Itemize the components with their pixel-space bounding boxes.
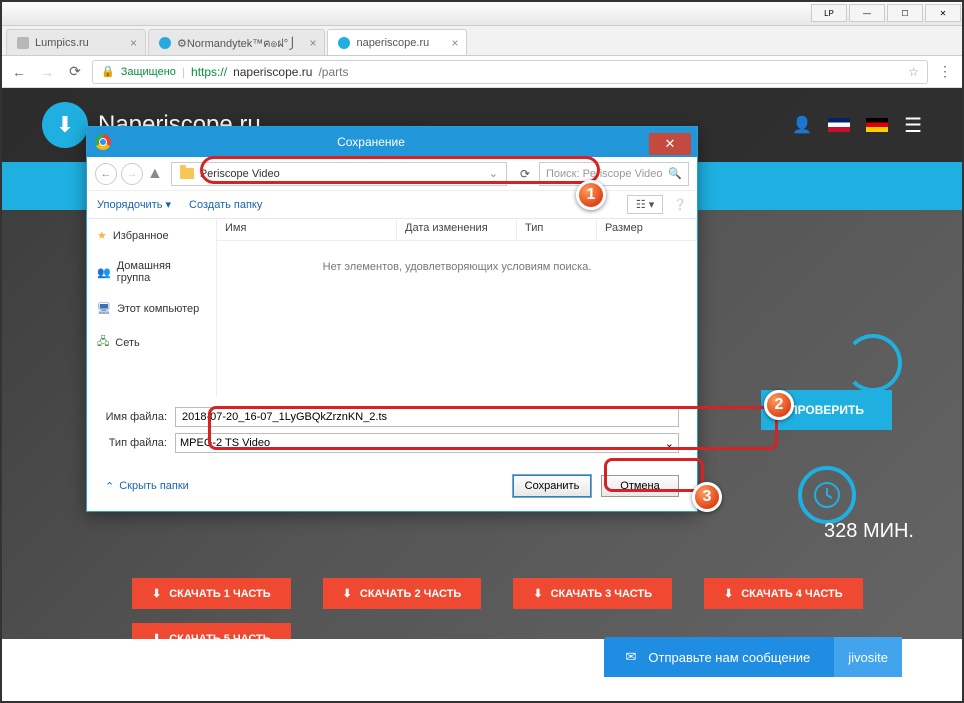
flag-uk-icon[interactable] [828, 118, 850, 132]
search-icon: 🔍 [668, 167, 682, 180]
chrome-icon [95, 134, 111, 150]
download-part-1[interactable]: ⬇СКАЧАТЬ 1 ЧАСТЬ [132, 578, 291, 609]
progress-circle-icon [844, 334, 902, 392]
jivo-text: Отправьте нам сообщение [648, 650, 810, 665]
filetype-select[interactable]: MPEG-2 TS Video ⌄ [175, 433, 679, 453]
user-icon[interactable]: 👤 [792, 115, 812, 135]
dialog-title: Сохранение [119, 135, 649, 149]
download-icon: ⬇ [343, 587, 352, 600]
nav-network[interactable]: 🖧Сеть [95, 329, 208, 356]
url-path: /parts [318, 65, 348, 79]
tab-naperiscope[interactable]: naperiscope.ru × [327, 29, 467, 55]
download-part-3[interactable]: ⬇СКАЧАТЬ 3 ЧАСТЬ [513, 578, 672, 609]
url-scheme: https:// [191, 65, 227, 79]
save-button[interactable]: Сохранить [513, 475, 591, 497]
secure-label: Защищено [121, 66, 176, 78]
file-list[interactable]: Имя Дата изменения Тип Размер Нет элемен… [217, 219, 697, 397]
col-date[interactable]: Дата изменения [397, 219, 517, 240]
window-maximize[interactable]: ☐ [887, 4, 923, 22]
col-size[interactable]: Размер [597, 219, 697, 240]
jivo-widget[interactable]: ✉ Отправьте нам сообщение jivosite [604, 637, 903, 677]
url-field[interactable]: 🔒 Защищено | https://naperiscope.ru/part… [92, 60, 928, 84]
path-segment: Periscope Video [200, 168, 280, 180]
path-field[interactable]: Periscope Video ⌄ [171, 162, 507, 186]
chevron-down-icon[interactable]: ⌄ [489, 167, 498, 180]
help-icon[interactable]: ❔ [673, 198, 687, 211]
save-dialog: Сохранение ✕ ← → ▲ Periscope Video ⌄ ⟳ П… [86, 126, 698, 512]
annotation-badge-3: 3 [692, 482, 722, 512]
nav-pane: ★Избранное 👥Домашняя группа 🖥Этот компью… [87, 219, 217, 397]
forward-button[interactable]: → [36, 61, 58, 83]
jivo-brand: jivosite [834, 637, 902, 677]
dialog-titlebar: Сохранение ✕ [87, 127, 697, 157]
nav-homegroup[interactable]: 👥Домашняя группа [95, 256, 208, 288]
close-icon[interactable]: × [309, 36, 316, 50]
download-part-4[interactable]: ⬇СКАЧАТЬ 4 ЧАСТЬ [704, 578, 863, 609]
dialog-close-button[interactable]: ✕ [649, 133, 691, 155]
search-placeholder: Поиск: Periscope Video [546, 168, 663, 180]
tab-normandytek[interactable]: ⚙Normandytek™ฅ๏ฝ°⎭ × [148, 29, 325, 55]
url-host: naperiscope.ru [233, 65, 312, 79]
hide-folders-toggle[interactable]: ⌃ Скрыть папки [105, 480, 189, 493]
star-icon: ★ [97, 229, 107, 242]
lock-icon: 🔒 [101, 65, 115, 78]
network-icon: 🖧 [97, 333, 109, 352]
window-titlebar: LP — ☐ ✕ [2, 2, 962, 26]
browser-tabs: Lumpics.ru × ⚙Normandytek™ฅ๏ฝ°⎭ × naperi… [2, 26, 962, 56]
menu-button[interactable]: ⋮ [934, 61, 956, 83]
new-folder-button[interactable]: Создать папку [189, 199, 262, 211]
hamburger-icon[interactable]: ☰ [904, 113, 922, 138]
filename-label: Имя файла: [105, 411, 175, 423]
nav-back-button[interactable]: ← [95, 163, 117, 185]
close-icon[interactable]: × [130, 36, 137, 50]
computer-icon: 🖥 [97, 302, 111, 315]
window-close[interactable]: ✕ [925, 4, 961, 22]
back-button[interactable]: ← [8, 61, 30, 83]
reload-button[interactable]: ⟳ [64, 61, 86, 83]
tab-lumpics[interactable]: Lumpics.ru × [6, 29, 146, 55]
refresh-button[interactable]: ⟳ [515, 167, 535, 181]
nav-up-icon[interactable]: ▲ [147, 165, 163, 183]
download-part-2[interactable]: ⬇СКАЧАТЬ 2 ЧАСТЬ [323, 578, 482, 609]
chevron-down-icon: ⌄ [665, 437, 674, 450]
nav-favorites[interactable]: ★Избранное [95, 225, 208, 246]
tab-label: naperiscope.ru [356, 37, 429, 49]
search-field[interactable]: Поиск: Periscope Video 🔍 [539, 162, 689, 186]
tab-label: ⚙Normandytek™ฅ๏ฝ°⎭ [177, 34, 296, 52]
col-name[interactable]: Имя [217, 219, 397, 240]
mail-icon: ✉ [626, 649, 637, 665]
tab-label: Lumpics.ru [35, 37, 89, 49]
flag-de-icon[interactable] [866, 118, 888, 132]
view-mode-button[interactable]: ☷ ▾ [627, 195, 663, 214]
download-icon: ⬇ [533, 587, 542, 600]
organize-menu[interactable]: Упорядочить ▾ [97, 198, 171, 211]
homegroup-icon: 👥 [97, 266, 111, 279]
annotation-badge-2: 2 [764, 390, 794, 420]
annotation-badge-1: 1 [576, 180, 606, 210]
filetype-label: Тип файла: [105, 437, 175, 449]
address-bar: ← → ⟳ 🔒 Защищено | https://naperiscope.r… [2, 56, 962, 88]
download-icon: ⬇ [724, 587, 733, 600]
download-icon: ⬇ [152, 587, 161, 600]
duration-text: 328 МИН. [824, 520, 914, 543]
nav-forward-button[interactable]: → [121, 163, 143, 185]
filename-input[interactable] [175, 407, 679, 427]
collapse-icon: ⌃ [105, 480, 114, 493]
col-type[interactable]: Тип [517, 219, 597, 240]
folder-icon [180, 168, 194, 179]
close-icon[interactable]: × [451, 36, 458, 50]
bookmark-icon[interactable]: ☆ [908, 65, 919, 79]
window-minimize[interactable]: — [849, 4, 885, 22]
empty-message: Нет элементов, удовлетворяющих условиям … [217, 241, 697, 273]
dialog-nav: ← → ▲ Periscope Video ⌄ ⟳ Поиск: Perisco… [87, 157, 697, 191]
titlebar-lp: LP [811, 4, 847, 22]
file-headers: Имя Дата изменения Тип Размер [217, 219, 697, 241]
nav-this-pc[interactable]: 🖥Этот компьютер [95, 298, 208, 319]
download-icon: ⬇ [42, 102, 88, 148]
clock-icon [798, 466, 856, 524]
cancel-button[interactable]: Отмена [601, 475, 679, 497]
